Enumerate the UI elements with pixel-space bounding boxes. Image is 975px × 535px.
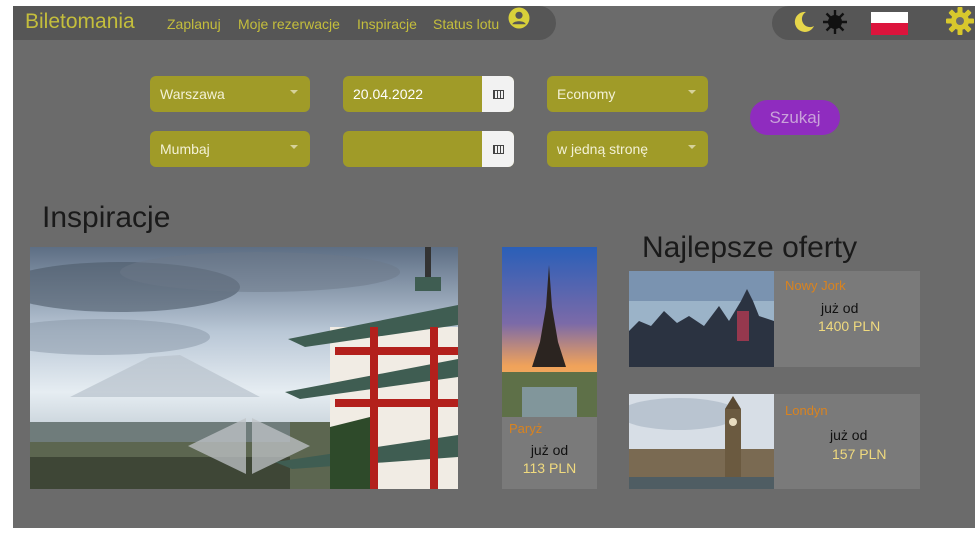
london-image — [619, 394, 774, 489]
nav-item-inspiracje[interactable]: Inspiracje — [357, 16, 417, 32]
offer-card-london[interactable]: Londyn już od 157 PLN — [619, 394, 920, 489]
trip-type-value: w jedną stronę — [557, 141, 649, 157]
calendar-icon[interactable] — [482, 131, 514, 167]
sun-icon[interactable] — [822, 9, 848, 35]
departure-date-input[interactable]: 20.04.2022 — [343, 76, 514, 112]
class-select[interactable]: Economy — [547, 76, 708, 112]
offer-card-new-york[interactable]: Nowy Jork już od 1400 PLN — [629, 271, 920, 367]
trip-type-select[interactable]: w jedną stronę — [547, 131, 708, 167]
nav-item-status-lotu[interactable]: Status lotu — [433, 16, 499, 32]
offer-price: 157 PLN — [832, 446, 887, 462]
class-value: Economy — [557, 86, 616, 102]
chevron-down-icon — [688, 90, 696, 94]
calendar-icon[interactable] — [482, 76, 514, 112]
brand-logo[interactable]: Biletomania — [25, 10, 135, 34]
moon-icon[interactable] — [792, 10, 816, 34]
return-date-input[interactable] — [343, 131, 514, 167]
inspirations-heading: Inspiracje — [42, 201, 171, 234]
gear-icon[interactable] — [945, 6, 975, 36]
offer-city: Nowy Jork — [785, 278, 846, 293]
new-york-image — [629, 271, 774, 367]
nav-item-zaplanuj[interactable]: Zaplanuj — [167, 16, 221, 32]
poland-flag-icon[interactable] — [871, 12, 908, 35]
origin-select[interactable]: Warszawa — [150, 76, 310, 112]
chevron-down-icon — [290, 145, 298, 149]
slider-next-arrow-icon[interactable] — [250, 418, 310, 474]
chevron-down-icon — [290, 90, 298, 94]
user-circle-icon[interactable] — [508, 7, 530, 29]
offer-price: 1400 PLN — [818, 318, 881, 334]
paris-image — [502, 247, 597, 417]
card-city: Paryż — [509, 421, 543, 436]
inspiration-card-paris[interactable]: Paryż już od 113 PLN — [502, 247, 597, 489]
slider-prev-arrow-icon[interactable] — [188, 418, 248, 474]
departure-date-value: 20.04.2022 — [353, 86, 424, 102]
chevron-down-icon — [688, 145, 696, 149]
best-offers-heading: Najlepsze oferty — [642, 231, 858, 264]
destination-value: Mumbaj — [160, 141, 210, 157]
search-button[interactable]: Szukaj — [750, 100, 840, 135]
offer-city: Londyn — [785, 403, 828, 418]
top-navigation-bar: Biletomania Zaplanuj Moje rezerwacje Ins… — [13, 6, 556, 40]
nav-item-moje-rezerwacje[interactable]: Moje rezerwacje — [238, 16, 340, 32]
card-price: 113 PLN — [522, 460, 577, 476]
card-from-label: już od — [530, 442, 569, 458]
offer-from-label: już od — [830, 427, 868, 443]
destination-select[interactable]: Mumbaj — [150, 131, 310, 167]
origin-value: Warszawa — [160, 86, 225, 102]
offer-from-label: już od — [821, 300, 859, 316]
